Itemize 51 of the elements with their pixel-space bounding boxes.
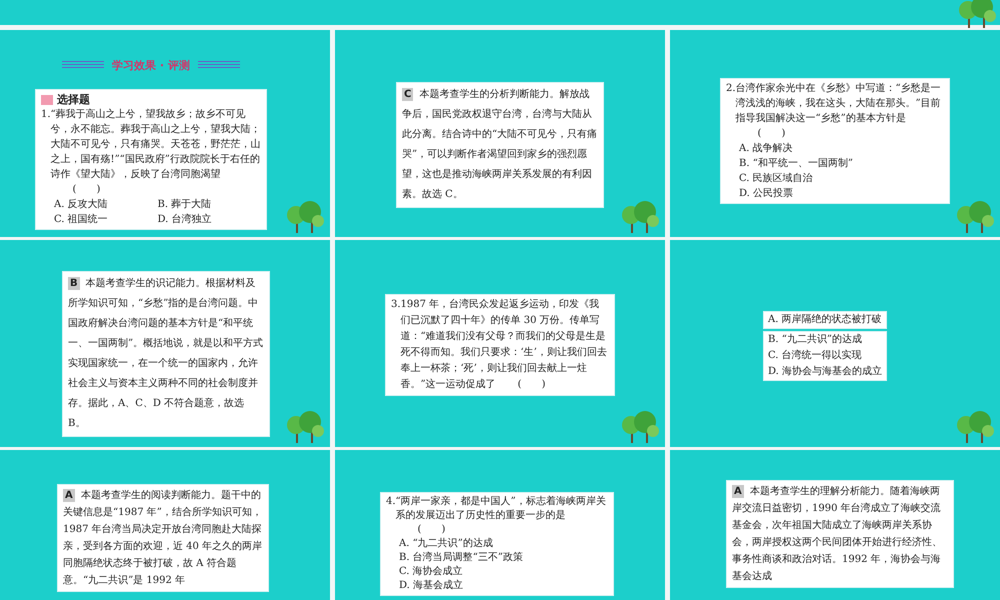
answer-option: A. 反攻大陆: [54, 197, 158, 212]
answer-option: A. 两岸隔绝的状态被打破: [763, 311, 887, 329]
tree-icon: [619, 199, 659, 233]
answer-option: C. 民族区域自治: [739, 171, 944, 186]
answer-option: B. “和平统一、一国两制”: [739, 156, 944, 171]
slide-thumbnail[interactable]: B 本题考查学生的识记能力。根据材料及所学知识可知，“乡愁”指的是台湾问题。中国政府解决台湾问题的基本方针是“和平统一、一国两制”。概括地说，就是以和平方式实现国家统一，在一个统一的国家内，允许社会主义与资本主义两种不同的社会制度并存。据此，A、C、D 不符合题意，故选 B。: [0, 240, 330, 447]
explanation-text: A 本题考查学生的阅读判断能力。题干中的关键信息是“1987 年”，结合所学知识可知，1987 年台湾当局决定开放台湾同胞赴大陆探亲，受到各方面的欢迎，近 40 年之久的两岸同胞隔绝状态终于被打破，故 A 符合题意。“九二共识”是 1992 年: [57, 484, 269, 592]
answer-option: D. 公民投票: [739, 186, 944, 201]
slide-thumbnail[interactable]: 学习效果 · 评测 选择题 1.“葬我于高山之上兮，望我故乡；故乡不可见兮，永不能忘。葬我于高山之上兮，望我大陆；大陆不可见兮，只有痛哭。天苍苍，野茫茫，山之上，国有殇!”“国民政府”行政院院长于右任的诗作《望大陆》，反映了台湾同胞渴望 ( ) A. 反攻大陆 B. 葬于大陆 C. 祖国统一 D. 台湾独立: [0, 30, 330, 237]
answer-option: D. 台湾独立: [158, 212, 261, 227]
slide-thumbnail[interactable]: 3.1987 年，台湾民众发起返乡运动，印发《我们已沉默了四十年》的传单 30 万份。传单写道：“难道我们没有父母？而我们的父母是生是死不得而知。我们只要求：‘生’，则让我们回去奉上一杯茶；‘死’，则让我们回去献上一炷香。”这一运动促成了 ( ): [335, 240, 665, 447]
tree-icon: [954, 199, 994, 233]
question-number: 1.: [41, 108, 51, 122]
tree-icon: [284, 199, 324, 233]
question-text: 台湾作家余光中在《乡愁》中写道：“乡愁是一湾浅浅的海峡，我在这头，大陆在那头。”目前指导我国解决这一“乡愁”的基本方针是 ( ): [736, 82, 942, 141]
slide-thumbnail[interactable]: C 本题考查学生的分析判断能力。解放战争后，国民党政权退守台湾，台湾与大陆从此分离。结合诗中的“大陆不可见兮，只有痛哭”，可以判断作者渴望回到家乡的强烈愿望，这也是推动海峡两岸关系发展的有利因素。故选 C。: [335, 30, 665, 237]
answer-option: C. 海协会成立: [399, 565, 608, 579]
section-title: 学习效果 · 评测: [112, 58, 190, 73]
answer-option: B. “九二共识”的达成: [768, 332, 882, 348]
answer-badge: B: [68, 277, 80, 290]
answer-badge: A: [732, 485, 744, 498]
question-text: “两岸一家亲，都是中国人”，标志着海峡两岸关系的发展迈出了历史性的重要一步的是 ( ): [396, 495, 607, 537]
question-number: 2.: [726, 82, 736, 96]
slide-thumbnail[interactable]: 4.“两岸一家亲，都是中国人”，标志着海峡两岸关系的发展迈出了历史性的重要一步的是 ( ) A. “九二共识”的达成 B. 台湾当局调整“三不”政策 C. 海协会成立 D. 海基会成立: [335, 450, 665, 600]
slide-thumbnail[interactable]: 2.台湾作家余光中在《乡愁》中写道：“乡愁是一湾浅浅的海峡，我在这头，大陆在那头。”目前指导我国解决这一“乡愁”的基本方针是 ( ) A. 战争解决 B. “和平统一、一国两制” C. 民族区域自治 D. 公民投票: [670, 30, 1000, 237]
tree-icon: [954, 409, 994, 443]
question-number: 3.: [391, 298, 401, 312]
explanation-text: C 本题考查学生的分析判断能力。解放战争后，国民党政权退守台湾，台湾与大陆从此分离。结合诗中的“大陆不可见兮，只有痛哭”，可以判断作者渴望回到家乡的强烈愿望，这也是推动海峡两岸关系发展的有利因素。故选 C。: [396, 82, 604, 208]
answer-option: A. “九二共识”的达成: [399, 537, 608, 551]
tree-icon: [956, 0, 996, 28]
explanation-text: B 本题考查学生的识记能力。根据材料及所学知识可知，“乡愁”指的是台湾问题。中国政府解决台湾问题的基本方针是“和平统一、一国两制”。概括地说，就是以和平方式实现国家统一，在一个统一的国家内，允许社会主义与资本主义两种不同的社会制度并存。据此，A、C、D 不符合题意，故选 B。: [62, 271, 270, 437]
answer-option: D. 海协会与海基会的成立: [768, 364, 882, 380]
answer-option: B. 葬于大陆: [158, 197, 261, 212]
tree-icon: [619, 409, 659, 443]
question-number: 4.: [386, 495, 396, 509]
question-text: 1987 年，台湾民众发起返乡运动，印发《我们已沉默了四十年》的传单 30 万份。传单写道：“难道我们没有父母？而我们的父母是生是死不得而知。我们只要求：‘生’，则让我们回去奉上一杯茶；‘死’，则让我们回去献上一炷香。”这一运动促成了 ( ): [400, 298, 608, 392]
slide-thumbnail[interactable]: A 本题考查学生的阅读判断能力。题干中的关键信息是“1987 年”，结合所学知识可知，1987 年台湾当局决定开放台湾同胞赴大陆探亲，受到各方面的欢迎，近 40 年之久的两岸同胞隔绝状态终于被打破，故 A 符合题意。“九二共识”是 1992 年: [0, 450, 330, 600]
answer-option: D. 海基会成立: [399, 579, 608, 593]
answer-option: C. 台湾统一得以实现: [768, 348, 882, 364]
tree-icon: [284, 409, 324, 443]
answer-option: B. 台湾当局调整“三不”政策: [399, 551, 608, 565]
answer-badge: A: [63, 489, 75, 502]
slide-thumbnail[interactable]: A. 两岸隔绝的状态被打破 B. “九二共识”的达成 C. 台湾统一得以实现 D. 海协会与海基会的成立: [670, 240, 1000, 447]
slide-thumbnail[interactable]: A 本题考查学生的理解分析能力。随着海峡两岸交流日益密切，1990 年台湾成立了海峡交流基金会，次年祖国大陆成立了海峡两岸关系协会，两岸授权这两个民间团体开始进行经济性、事务性商谈和政治对话。1992 年，海协会与海基会达成: [670, 450, 1000, 600]
answer-option: A. 战争解决: [739, 141, 944, 156]
explanation-text: A 本题考查学生的理解分析能力。随着海峡两岸交流日益密切，1990 年台湾成立了海峡交流基金会，次年祖国大陆成立了海峡两岸关系协会，两岸授权这两个民间团体开始进行经济性、事务性商谈和政治对话。1992 年，海协会与海基会达成: [726, 480, 954, 588]
answer-option: C. 祖国统一: [54, 212, 158, 227]
category-label: 选择题: [57, 92, 90, 107]
category-marker: [41, 94, 53, 104]
question-text: “葬我于高山之上兮，望我故乡；故乡不可见兮，永不能忘。葬我于高山之上兮，望我大陆；大陆不可见兮，只有痛哭。天苍苍，野茫茫，山之上，国有殇!”“国民政府”行政院院长于右任的诗作《望大陆》，反映了台湾同胞渴望 ( ): [50, 108, 261, 197]
answer-badge: C: [402, 88, 414, 101]
